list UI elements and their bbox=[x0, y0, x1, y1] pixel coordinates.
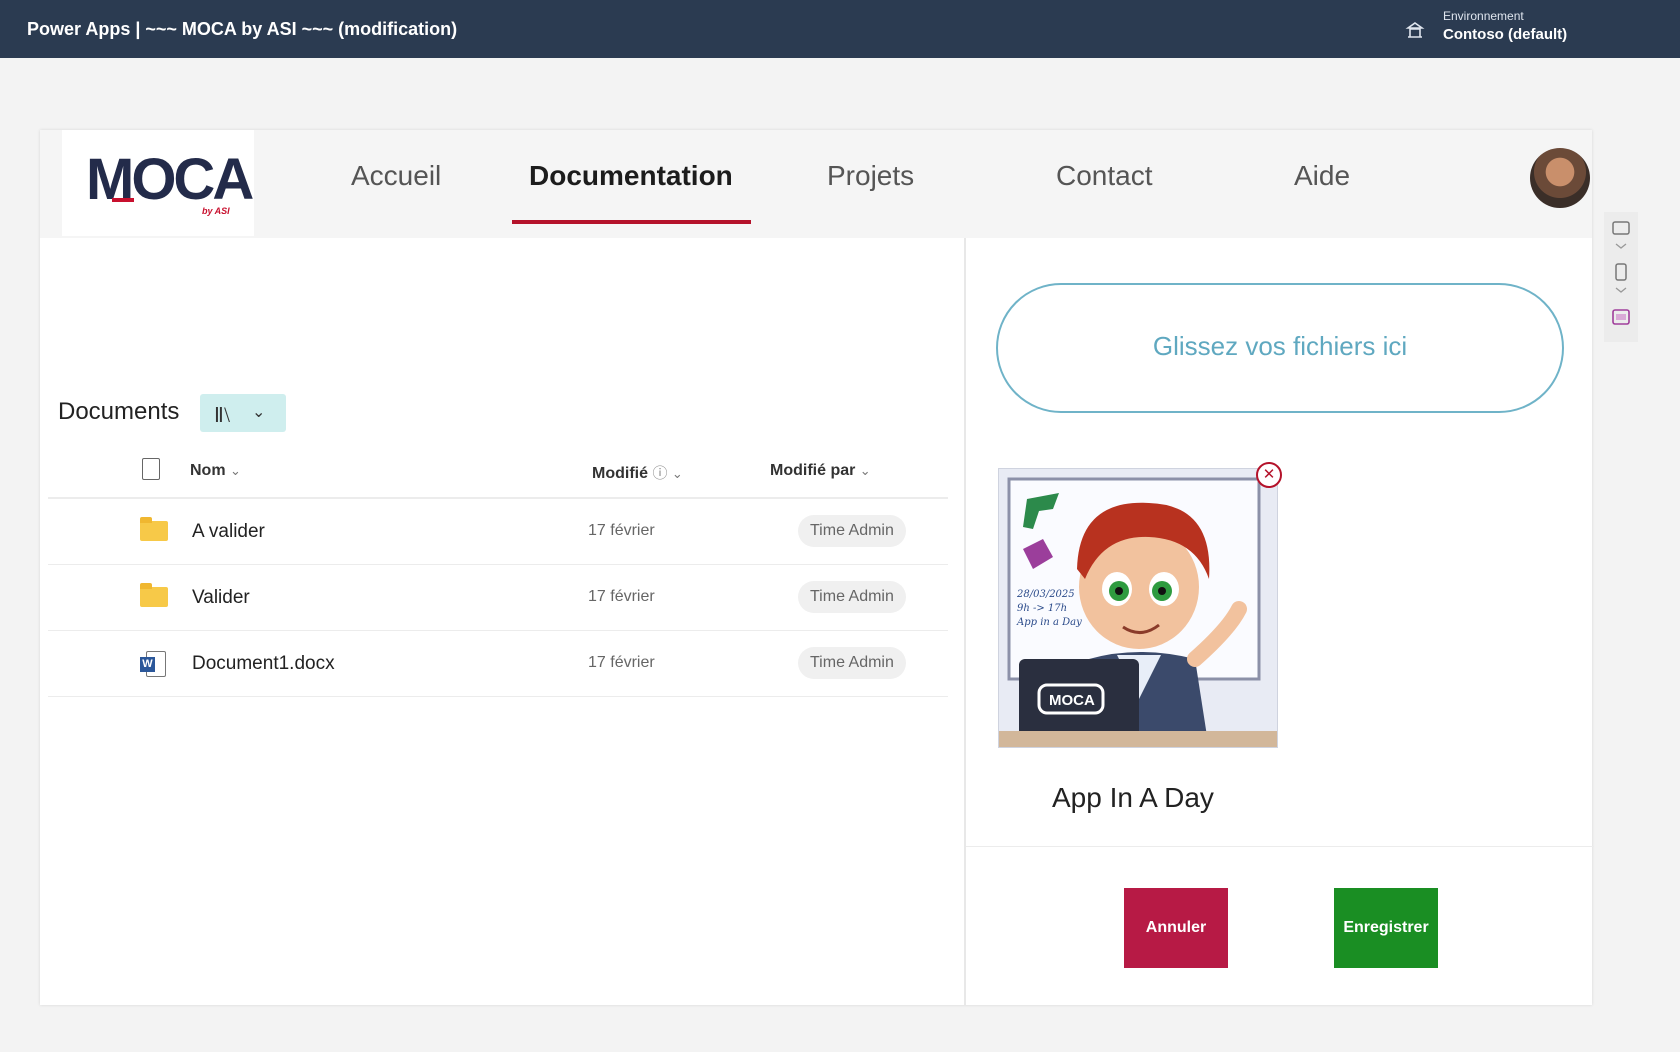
library-view-button[interactable]: Ⅱ⧵ ⌄ bbox=[200, 394, 286, 432]
folder-icon bbox=[140, 517, 168, 541]
table-row[interactable]: Valider 17 février Time Admin bbox=[48, 565, 948, 631]
card-title: App In A Day bbox=[1052, 782, 1214, 813]
power-apps-topbar: Power Apps | ~~~ MOCA by ASI ~~~ (modifi… bbox=[0, 0, 1680, 58]
column-name-label: Nom bbox=[190, 462, 226, 479]
logo-text: MOCA bbox=[86, 147, 254, 212]
file-name[interactable]: Valider bbox=[192, 587, 250, 609]
laptop-logo-text: MOCA bbox=[1049, 692, 1095, 709]
column-header-modified-by[interactable]: Modifié par ⌄ bbox=[770, 462, 871, 480]
modified-date: 17 février bbox=[588, 522, 655, 539]
divider bbox=[966, 846, 1594, 847]
modified-by-chip[interactable]: Time Admin bbox=[798, 647, 906, 679]
column-modified-label: Modifié bbox=[592, 465, 648, 482]
documents-title: Documents bbox=[58, 398, 180, 425]
file-drop-zone[interactable]: Glissez vos fichiers ici bbox=[996, 283, 1564, 413]
modified-by-chip[interactable]: Time Admin bbox=[798, 515, 906, 547]
library-icon: Ⅱ⧵ bbox=[214, 405, 231, 427]
nav-aide[interactable]: Aide bbox=[1294, 160, 1350, 192]
word-document-icon: W bbox=[140, 651, 166, 679]
column-header-name[interactable]: Nom ⌄ bbox=[190, 462, 241, 480]
document-library-panel: Documents Ⅱ⧵ ⌄ Nom ⌄ Modifié ⓘ ⌄ Modifié… bbox=[40, 238, 960, 1005]
logo-accent-bar bbox=[112, 198, 134, 202]
app-canvas: MOCA by ASI Accueil Documentation Projet… bbox=[40, 130, 1594, 1005]
file-name[interactable]: Document1.docx bbox=[192, 653, 335, 675]
modified-date: 17 février bbox=[588, 588, 655, 605]
drop-zone-label: Glissez vos fichiers ici bbox=[1152, 331, 1408, 361]
app-in-a-day-image: 28/03/2025 9h -> 17h App in a Day MOCA bbox=[998, 468, 1278, 748]
info-icon: ⓘ bbox=[652, 465, 668, 482]
save-button[interactable]: Enregistrer bbox=[1334, 888, 1438, 968]
table-row[interactable]: W Document1.docx 17 février Time Admin bbox=[48, 631, 948, 697]
phone-preview-icon[interactable] bbox=[1612, 262, 1630, 298]
active-tab-indicator bbox=[512, 220, 751, 224]
file-name[interactable]: A valider bbox=[192, 521, 265, 543]
chevron-down-icon: ⌄ bbox=[252, 404, 266, 421]
whiteboard-hours: 9h -> 17h bbox=[1017, 603, 1067, 614]
cancel-button[interactable]: Annuler bbox=[1124, 888, 1228, 968]
close-icon[interactable]: ✕ bbox=[1256, 462, 1282, 488]
folder-icon bbox=[140, 583, 168, 607]
table-row[interactable]: A valider 17 février Time Admin bbox=[48, 499, 948, 565]
modified-by-chip[interactable]: Time Admin bbox=[798, 581, 906, 613]
nav-accueil[interactable]: Accueil bbox=[351, 160, 441, 192]
moca-logo[interactable]: MOCA by ASI bbox=[62, 130, 254, 236]
cartoon-developer-illustration: 28/03/2025 9h -> 17h App in a Day MOCA bbox=[999, 469, 1277, 747]
logo-subtitle: by ASI bbox=[202, 206, 230, 216]
environment-label: Environnement bbox=[1443, 9, 1524, 23]
chevron-down-icon: ⌄ bbox=[671, 466, 683, 481]
column-header-modified[interactable]: Modifié ⓘ ⌄ bbox=[592, 462, 683, 483]
preview-side-toolbar bbox=[1604, 212, 1638, 342]
chevron-down-icon: ⌄ bbox=[859, 463, 871, 478]
user-avatar[interactable] bbox=[1530, 148, 1590, 208]
nav-projets[interactable]: Projets bbox=[827, 160, 914, 192]
tablet-preview-icon[interactable] bbox=[1612, 220, 1630, 254]
environment-icon bbox=[1405, 22, 1425, 38]
environment-selector[interactable]: Contoso (default) bbox=[1443, 26, 1567, 43]
whiteboard-date: 28/03/2025 bbox=[1016, 589, 1075, 600]
app-header: MOCA by ASI Accueil Documentation Projet… bbox=[40, 130, 1592, 238]
app-settings-icon[interactable] bbox=[1612, 308, 1630, 326]
file-type-icon bbox=[142, 458, 160, 480]
upload-panel: Glissez vos fichiers ici 28/03/2025 9h -… bbox=[964, 238, 1594, 1005]
app-title: Power Apps | ~~~ MOCA by ASI ~~~ (modifi… bbox=[27, 19, 458, 39]
whiteboard-event: App in a Day bbox=[1016, 617, 1082, 628]
column-modified-by-label: Modifié par bbox=[770, 462, 856, 479]
nav-contact[interactable]: Contact bbox=[1056, 160, 1153, 192]
nav-documentation[interactable]: Documentation bbox=[529, 160, 733, 192]
modified-date: 17 février bbox=[588, 654, 655, 671]
chevron-down-icon: ⌄ bbox=[230, 463, 241, 478]
